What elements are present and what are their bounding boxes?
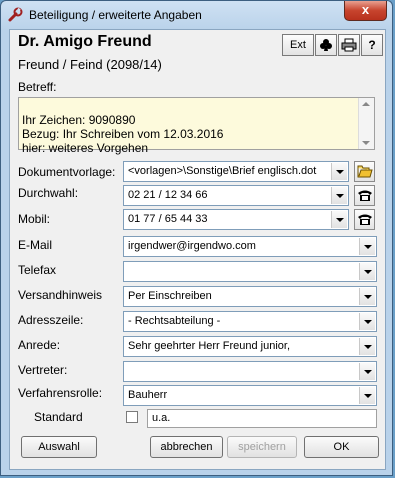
telefax-label: Telefax [18,263,57,277]
adresszeile-value: - Rechtsabteilung - [128,315,221,327]
help-icon: ? [368,38,376,52]
speichern-button[interactable]: speichern [227,436,297,458]
folder-open-icon [357,165,373,178]
adresszeile-label: Adresszeile: [18,313,84,327]
ok-button[interactable]: OK [304,436,379,458]
chevron-down-icon[interactable] [359,288,375,305]
standard-label: Standard [34,410,83,424]
email-value: irgendwer@irgendwo.com [128,240,256,252]
verfahrensrolle-label: Verfahrensrolle: [18,386,103,400]
chevron-down-icon[interactable] [359,338,375,355]
chevron-down-icon[interactable] [359,387,375,404]
anrede-value: Sehr geehrter Herr Freund junior, [128,340,291,352]
dialog-window: Beteiligung / erweiterte Angaben x Dr. A… [0,0,393,476]
dial-durchwahl-button[interactable] [354,185,375,206]
printer-icon [341,38,357,52]
dokumentvorlage-select[interactable]: <vorlagen>\Sonstige\Brief englisch.dot [123,161,349,182]
durchwahl-select[interactable]: 02 21 / 12 34 66 [123,185,349,206]
chevron-down-icon[interactable] [331,187,347,204]
mobil-select[interactable]: 01 77 / 65 44 33 [123,209,349,230]
vertreter-label: Vertreter: [18,363,68,377]
club-icon [320,39,332,51]
close-button[interactable]: x [344,1,387,21]
chevron-down-icon[interactable] [359,313,375,330]
email-label: E-Mail [18,238,53,252]
telefax-select[interactable] [123,261,377,282]
dokumentvorlage-label: Dokumentvorlage: [18,165,116,179]
open-template-button[interactable] [354,161,375,182]
wrench-icon [8,7,23,22]
betreff-text: Ihr Zeichen: 9090890 Bezug: Ihr Schreibe… [22,113,224,155]
standard-input[interactable]: u.a. [147,409,377,428]
anrede-label: Anrede: [18,338,61,352]
dialog-content: Dr. Amigo Freund Freund / Feind (2098/14… [9,29,386,470]
chevron-down-icon[interactable] [359,263,375,280]
auswahl-button[interactable]: Auswahl [21,436,97,458]
contact-role: Freund / Feind (2098/14) [18,57,162,72]
adresszeile-select[interactable]: - Rechtsabteilung - [123,311,377,332]
abbrechen-button[interactable]: abbrechen [150,436,223,458]
dial-mobil-button[interactable] [354,209,375,230]
vertreter-select[interactable] [123,361,377,382]
scroll-down-icon[interactable] [362,141,370,145]
contact-name: Dr. Amigo Freund [18,33,152,50]
mobil-value: 01 77 / 65 44 33 [128,213,208,225]
mobil-label: Mobil: [18,212,51,226]
anrede-select[interactable]: Sehr geehrter Herr Freund junior, [123,336,377,357]
phone-icon [358,214,372,225]
versandhinweis-select[interactable]: Per Einschreiben [123,286,377,307]
title-bar[interactable]: Beteiligung / erweiterte Angaben x [1,1,392,29]
betreff-textarea[interactable]: Ihr Zeichen: 9090890 Bezug: Ihr Schreibe… [18,97,375,155]
chevron-down-icon[interactable] [359,363,375,380]
durchwahl-label: Durchwahl: [18,186,79,200]
club-button[interactable] [315,34,337,56]
versandhinweis-label: Versandhinweis [18,288,103,302]
chevron-down-icon[interactable] [331,163,347,180]
email-select[interactable]: irgendwer@irgendwo.com [123,236,377,257]
versandhinweis-value: Per Einschreiben [128,290,212,302]
durchwahl-value: 02 21 / 12 34 66 [128,189,208,201]
ext-button[interactable]: Ext [282,34,314,56]
scroll-up-icon[interactable] [362,102,370,106]
chevron-down-icon[interactable] [331,211,347,228]
print-button[interactable] [338,34,360,56]
verfahrensrolle-value: Bauherr [128,389,168,401]
window-title: Beteiligung / erweiterte Angaben [29,8,202,22]
phone-icon [358,190,372,201]
chevron-down-icon[interactable] [359,238,375,255]
betreff-label: Betreff: [18,80,57,94]
verfahrensrolle-select[interactable]: Bauherr [123,385,377,406]
betreff-scrollbar[interactable] [358,98,374,149]
dokumentvorlage-value: <vorlagen>\Sonstige\Brief englisch.dot [128,165,317,177]
help-button[interactable]: ? [361,34,383,56]
standard-checkbox[interactable] [126,411,138,423]
